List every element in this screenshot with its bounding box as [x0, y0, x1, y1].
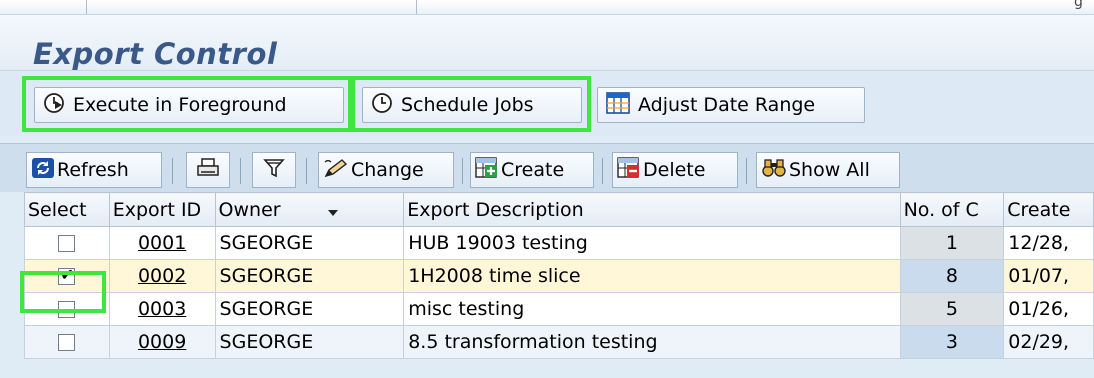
- binoculars-icon: [761, 157, 787, 184]
- refresh-icon: [31, 157, 55, 184]
- pencil-icon: [323, 157, 349, 184]
- export-id-link[interactable]: 0009: [138, 331, 186, 353]
- create-button[interactable]: Create: [470, 152, 594, 188]
- created-cell: 12/28,: [1003, 226, 1094, 260]
- created-cell: 02/29,: [1003, 325, 1094, 359]
- refresh-button[interactable]: Refresh: [26, 152, 162, 188]
- count-cell: 5: [899, 292, 1005, 326]
- filter-button[interactable]: [252, 152, 296, 188]
- top-separator: [86, 0, 87, 14]
- owner-cell: SGEORGE: [214, 226, 405, 260]
- adjust-date-range-button[interactable]: Adjust Date Range: [597, 87, 865, 123]
- delete-label: Delete: [643, 159, 706, 181]
- show-all-label: Show All: [789, 159, 870, 181]
- export-id-cell[interactable]: 0002: [108, 259, 216, 293]
- corner-text: g: [1074, 0, 1083, 10]
- table-row[interactable]: 0001 SGEORGE HUB 19003 testing 1 12/28,: [24, 226, 1094, 260]
- export-id-cell[interactable]: 0001: [108, 226, 216, 260]
- description-cell: 1H2008 time slice: [403, 259, 901, 293]
- toolbar-separator: [240, 158, 241, 184]
- column-header-owner[interactable]: Owner: [214, 192, 405, 227]
- select-cell[interactable]: [24, 226, 110, 260]
- toolbar-separator: [746, 158, 747, 184]
- table-row[interactable]: 0009 SGEORGE 8.5 transformation testing …: [24, 325, 1094, 359]
- column-header-created[interactable]: Create: [1003, 192, 1094, 227]
- print-button[interactable]: [186, 152, 230, 188]
- filter-icon: [263, 157, 285, 184]
- select-cell[interactable]: [24, 325, 110, 359]
- top-strip: [0, 0, 1094, 15]
- created-cell: 01/26,: [1003, 292, 1094, 326]
- column-header-description[interactable]: Export Description: [403, 192, 901, 227]
- owner-cell: SGEORGE: [214, 325, 405, 359]
- export-id-link[interactable]: 0003: [138, 298, 186, 320]
- column-header-select[interactable]: Select: [24, 192, 110, 227]
- toolbar-separator: [462, 158, 463, 184]
- top-separator: [416, 0, 417, 14]
- toolbar-separator: [172, 158, 173, 184]
- created-cell: 01/07,: [1003, 259, 1094, 293]
- export-id-link[interactable]: 0002: [138, 265, 186, 287]
- row-checkbox[interactable]: [58, 334, 76, 351]
- column-header-count[interactable]: No. of C: [899, 192, 1005, 227]
- sort-arrow-icon[interactable]: [328, 210, 338, 216]
- table-row[interactable]: 0002 SGEORGE 1H2008 time slice 8 01/07,: [24, 259, 1094, 293]
- export-id-cell[interactable]: 0003: [108, 292, 216, 326]
- export-id-link[interactable]: 0001: [138, 232, 186, 254]
- owner-cell: SGEORGE: [214, 259, 405, 293]
- toolbar-separator: [602, 158, 603, 184]
- execute-highlight: [22, 76, 352, 132]
- schedule-highlight: [351, 76, 591, 132]
- export-id-cell[interactable]: 0009: [108, 325, 216, 359]
- change-label: Change: [351, 159, 424, 181]
- print-icon: [196, 157, 220, 184]
- change-button[interactable]: Change: [318, 152, 454, 188]
- description-cell: HUB 19003 testing: [403, 226, 901, 260]
- owner-header-label: Owner: [218, 198, 281, 221]
- create-label: Create: [501, 159, 565, 181]
- delete-button[interactable]: Delete: [612, 152, 738, 188]
- checkbox-highlight: [20, 271, 106, 313]
- count-cell: 1: [899, 226, 1005, 260]
- table-row[interactable]: 0003 SGEORGE misc testing 5 01/26,: [24, 292, 1094, 326]
- title-bar: Export Control: [0, 15, 1094, 71]
- export-table: Select Export ID Owner Export Descriptio…: [24, 192, 1094, 359]
- page-title: Export Control: [33, 37, 278, 71]
- description-cell: 8.5 transformation testing: [403, 325, 901, 359]
- create-icon: [475, 156, 499, 184]
- delete-icon: [617, 156, 641, 184]
- calendar-table-icon: [606, 91, 630, 119]
- owner-cell: SGEORGE: [214, 292, 405, 326]
- table-header-row: Select Export ID Owner Export Descriptio…: [24, 192, 1094, 227]
- count-cell: 3: [899, 325, 1005, 359]
- adjust-label: Adjust Date Range: [638, 94, 816, 116]
- show-all-button[interactable]: Show All: [756, 152, 900, 188]
- toolbar-separator: [306, 158, 307, 184]
- column-header-export-id[interactable]: Export ID: [108, 192, 216, 227]
- row-checkbox[interactable]: [58, 235, 76, 252]
- description-cell: misc testing: [403, 292, 901, 326]
- count-cell: 8: [899, 259, 1005, 293]
- refresh-label: Refresh: [57, 159, 129, 181]
